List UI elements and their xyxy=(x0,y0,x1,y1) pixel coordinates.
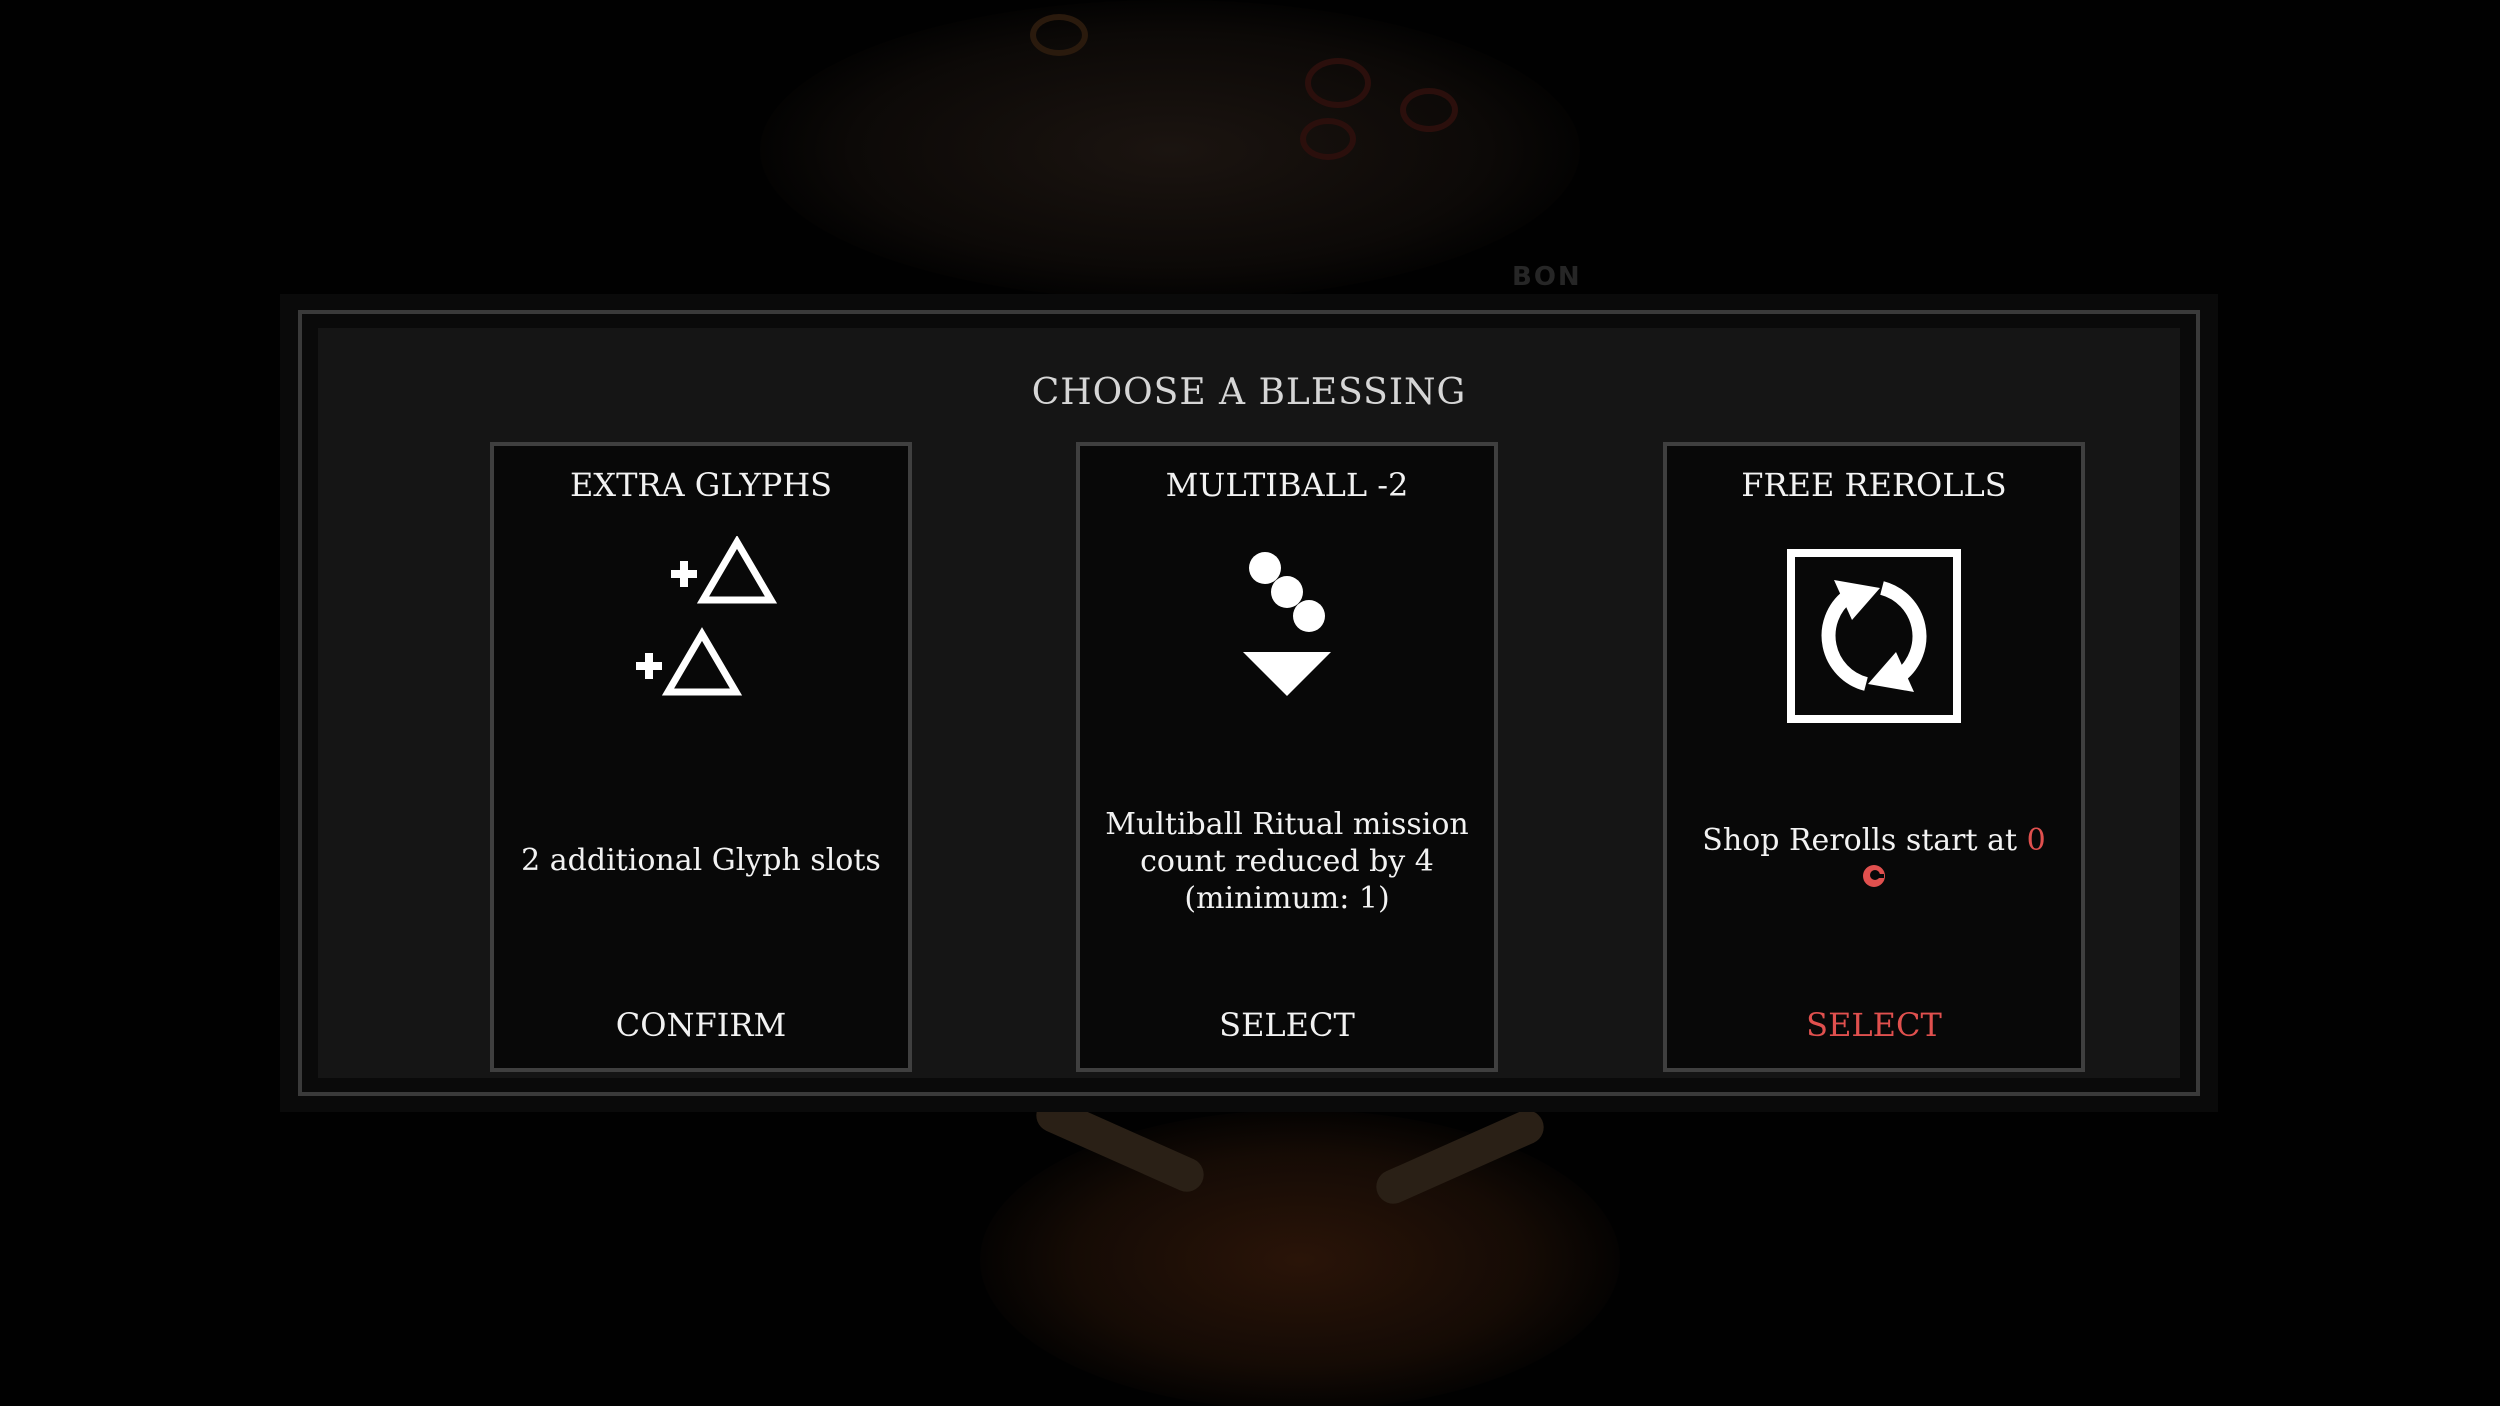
card-title: MULTIBALL -2 xyxy=(1165,466,1409,504)
dialog-title: CHOOSE A BLESSING xyxy=(1031,372,1467,413)
background-playfield-top xyxy=(760,0,1580,300)
card-description: Multiball Ritual mission count reduced b… xyxy=(1105,807,1469,916)
card-description: Shop Rerolls start at 0 xyxy=(1687,822,2061,889)
blessing-card-extra-glyphs[interactable]: EXTRA GLYPHS 2 additional Glyph slots CO xyxy=(490,442,912,1072)
dialog-panel: CHOOSE A BLESSING EXTRA GLYPHS 2 additio… xyxy=(318,328,2180,1078)
reroll-cost-value: 0 xyxy=(2026,823,2046,858)
falling-balls-icon xyxy=(1080,536,1494,736)
description-text: Shop Rerolls start at xyxy=(1702,823,2018,858)
background-bumper xyxy=(1300,118,1356,160)
blessing-dialog: CHOOSE A BLESSING EXTRA GLYPHS 2 additio… xyxy=(280,294,2218,1112)
reroll-arrows-icon xyxy=(1667,536,2081,736)
game-screen: BON CHOOSE A BLESSING EXTRA GLYPHS 2 add… xyxy=(0,0,2500,1406)
confirm-button[interactable]: CONFIRM xyxy=(494,1006,908,1044)
background-bumper xyxy=(1030,14,1088,56)
card-description: 2 additional Glyph slots xyxy=(521,843,881,878)
card-title: FREE REROLLS xyxy=(1741,466,2007,504)
background-playfield-bottom xyxy=(980,1110,1620,1406)
background-label: BON xyxy=(1512,262,1582,292)
background-bumper xyxy=(1305,58,1371,108)
background-bumper xyxy=(1400,88,1458,132)
blessing-card-free-rerolls[interactable]: FREE REROLLS Shop Rerolls start at 0 SEL… xyxy=(1663,442,2085,1072)
plus-triangles-icon xyxy=(494,536,908,736)
coin-icon xyxy=(1863,865,1885,887)
blessing-card-multiball[interactable]: MULTIBALL -2 Multiball Ritual mission co… xyxy=(1076,442,1498,1072)
select-button[interactable]: SELECT xyxy=(1667,1006,2081,1044)
card-title: EXTRA GLYPHS xyxy=(569,466,833,504)
select-button[interactable]: SELECT xyxy=(1080,1006,1494,1044)
